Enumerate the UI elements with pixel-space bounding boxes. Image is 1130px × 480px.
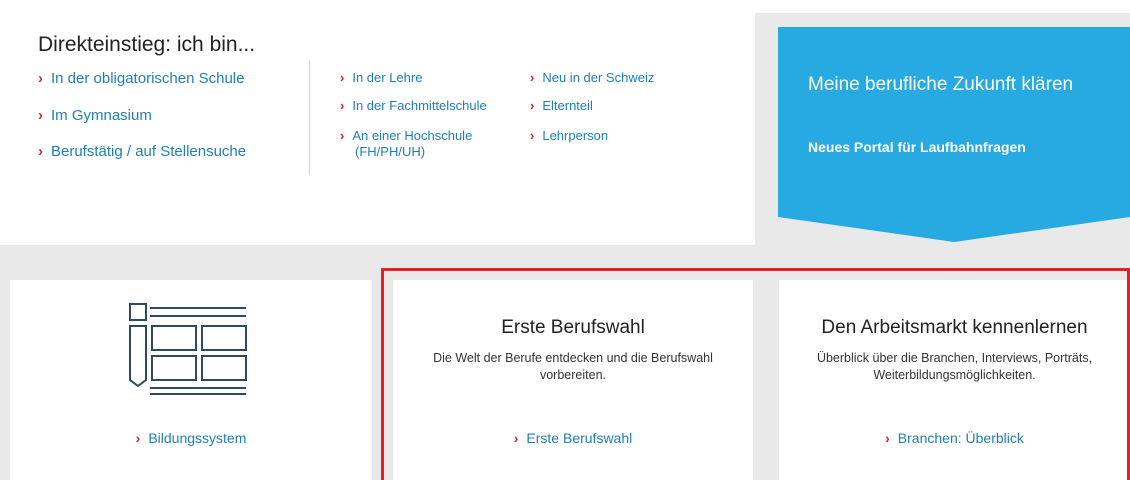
link-hochschule[interactable]: › An einer Hochschule (FH/PH/UH) [340,128,472,160]
card-erste-berufswahl: Erste Berufswahl Die Welt der Berufe ent… [393,280,753,480]
card-bildungssystem: › Bildungssystem [10,280,372,480]
banner-title: Meine berufliche Zukunft klären [808,74,1074,95]
chevron-right-icon: › [38,107,43,124]
direkteinstieg-title: Direkteinstieg: ich bin... [38,33,256,56]
link-gymnasium[interactable]: › Im Gymnasium [38,107,152,124]
link-neu-in-der-schweiz[interactable]: › Neu in der Schweiz [530,70,654,85]
card-title: Den Arbeitsmarkt kennenlernen [821,317,1088,338]
chevron-right-icon: › [135,430,141,446]
link-branchen-ueberblick[interactable]: › Branchen: Überblick [779,430,1130,446]
chevron-right-icon: › [38,143,43,160]
link-lehre[interactable]: › In der Lehre [340,70,422,85]
card-description: Überblick über die Branchen, Interviews,… [816,351,1093,382]
link-fachmittelschule[interactable]: › In der Fachmittelschule [340,98,487,113]
link-erste-berufswahl[interactable]: › Erste Berufswahl [393,430,753,446]
link-lehrperson[interactable]: › Lehrperson [530,128,608,143]
chevron-right-icon: › [340,98,345,113]
link-elternteil[interactable]: › Elternteil [530,98,593,113]
top-strip [755,0,1130,13]
chevron-right-icon: › [530,128,535,143]
chevron-right-icon: › [530,70,535,85]
career-portal-banner[interactable] [778,27,1130,242]
link-bildungssystem[interactable]: › Bildungssystem [10,430,372,446]
chevron-right-icon: › [38,70,43,87]
card-title: Erste Berufswahl [501,317,645,338]
chevron-right-icon: › [340,128,345,143]
card-arbeitsmarkt: Den Arbeitsmarkt kennenlernen Überblick … [779,280,1130,480]
chevron-right-icon: › [885,430,890,446]
banner-subtitle: Neues Portal für Laufbahnfragen [808,139,1026,155]
column-divider [309,60,310,175]
chevron-right-icon: › [513,430,519,446]
chevron-right-icon: › [340,70,345,85]
link-obligatorische-schule[interactable]: › In der obligatorischen Schule [38,70,244,87]
card-description: Die Welt der Berufe entdecken und die Be… [433,351,713,382]
chevron-right-icon: › [530,98,535,113]
link-berufstaetig[interactable]: › Berufstätig / auf Stellensuche [38,143,246,160]
banner-arrow-shape [778,27,1130,242]
education-system-icon [129,303,247,395]
